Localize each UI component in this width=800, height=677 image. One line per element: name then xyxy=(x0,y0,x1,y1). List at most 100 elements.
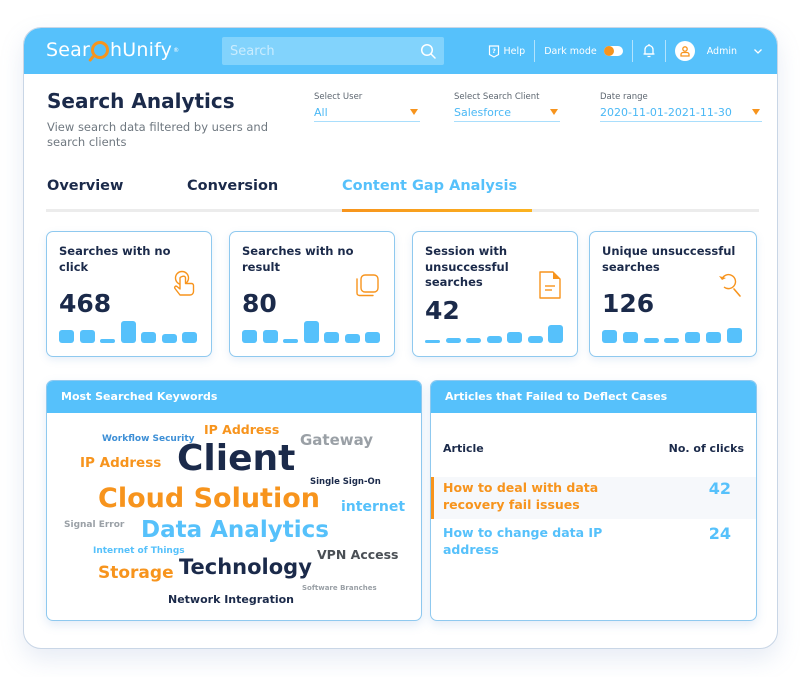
trend-bar xyxy=(59,330,74,343)
select-user-dropdown[interactable]: All xyxy=(314,106,420,122)
trend-bar xyxy=(643,338,659,343)
top-bar: Sear hUnify ® ? Help Dark mode xyxy=(24,28,777,74)
trend-bar xyxy=(100,339,115,343)
dark-mode-control: Dark mode xyxy=(544,46,623,57)
keyword[interactable]: Client xyxy=(177,438,295,479)
trend-bar xyxy=(527,336,543,343)
chevron-down-icon xyxy=(754,48,762,54)
card-title: Searches with no click xyxy=(59,244,171,274)
caret-down-icon xyxy=(410,109,418,115)
keyword[interactable]: Signal Error xyxy=(64,520,124,530)
keyword[interactable]: Technology xyxy=(179,555,312,579)
logo-magnifier-icon xyxy=(91,41,110,59)
trend-bar xyxy=(283,339,298,343)
keyword-cloud: Workflow Security IP Address Gateway IP … xyxy=(47,413,421,620)
stat-card-unsuccessful-sessions[interactable]: Session with unsuccessful searches 42 xyxy=(412,231,578,357)
trend-bar xyxy=(486,336,502,343)
articles-failed-to-deflect-panel: Articles that Failed to Deflect Cases Ar… xyxy=(430,380,757,621)
trend-bar xyxy=(344,334,360,343)
logo-text: Sear xyxy=(46,39,91,61)
article-row[interactable]: How to deal with data recovery fail issu… xyxy=(431,477,756,519)
article-title[interactable]: How to change data IP address xyxy=(443,524,643,558)
trend-bar xyxy=(726,328,742,343)
keyword[interactable]: Storage xyxy=(98,563,174,583)
trend-bars xyxy=(602,321,742,343)
bell-icon[interactable] xyxy=(642,43,656,59)
trend-bars xyxy=(242,321,380,343)
filter-date-range: Date range 2020-11-01-2021-11-30 xyxy=(600,92,762,122)
tab-conversion[interactable]: Conversion xyxy=(187,178,278,194)
trend-bar xyxy=(242,330,257,343)
trend-bar xyxy=(622,332,638,343)
keyword[interactable]: Single Sign-On xyxy=(310,477,381,487)
logo[interactable]: Sear hUnify ® xyxy=(46,39,179,61)
column-header-article: Article xyxy=(443,442,484,455)
keyword[interactable]: IP Address xyxy=(204,422,279,437)
trend-bar xyxy=(365,332,380,343)
user-menu[interactable]: Admin xyxy=(674,41,763,61)
date-range-dropdown[interactable]: 2020-11-01-2021-11-30 xyxy=(600,106,762,122)
keyword[interactable]: Cloud Solution xyxy=(98,483,320,514)
filter-user: Select User All xyxy=(314,92,420,122)
tab-bar: Overview Conversion Content Gap Analysis xyxy=(46,176,759,212)
trend-bar xyxy=(602,330,617,343)
trend-bars xyxy=(59,321,197,343)
keyword[interactable]: Gateway xyxy=(300,431,373,449)
app-window: Sear hUnify ® ? Help Dark mode xyxy=(23,27,778,649)
card-value: 468 xyxy=(59,289,112,318)
keyword[interactable]: Data Analytics xyxy=(141,517,329,543)
logo-text: hUnify xyxy=(110,39,173,61)
article-clicks: 42 xyxy=(708,479,731,498)
tab-content-gap-analysis[interactable]: Content Gap Analysis xyxy=(342,178,517,194)
divider xyxy=(631,40,633,62)
caret-down-icon xyxy=(752,109,760,115)
column-header-clicks: No. of clicks xyxy=(668,442,744,455)
help-icon: ? xyxy=(488,44,499,58)
stat-card-unique-unsuccessful[interactable]: Unique unsuccessful searches 126 xyxy=(589,231,757,357)
trend-bar xyxy=(324,332,339,343)
article-row[interactable]: How to change data IP address 24 xyxy=(431,522,756,564)
help-label: Help xyxy=(503,45,526,57)
keyword[interactable]: Internet of Things xyxy=(93,546,185,556)
help-button[interactable]: ? Help xyxy=(488,44,526,58)
top-right-controls: ? Help Dark mode Admin xyxy=(488,28,763,74)
trend-bar xyxy=(262,330,278,343)
card-value: 126 xyxy=(602,289,655,318)
toggle-knob xyxy=(603,46,614,56)
most-searched-keywords-panel: Most Searched Keywords Workflow Security… xyxy=(46,380,422,621)
trend-bar xyxy=(706,332,722,343)
page-title: Search Analytics xyxy=(47,89,235,113)
search-refresh-icon xyxy=(719,273,741,297)
trend-bar xyxy=(425,340,440,343)
keyword[interactable]: Network Integration xyxy=(168,593,294,606)
keyword[interactable]: Software Branches xyxy=(302,584,377,592)
stat-card-no-click[interactable]: Searches with no click 468 xyxy=(46,231,212,357)
keyword[interactable]: VPN Access xyxy=(317,547,399,562)
keyword[interactable]: internet xyxy=(341,499,405,515)
article-title[interactable]: How to deal with data recovery fail issu… xyxy=(443,479,643,513)
search-icon[interactable] xyxy=(420,43,436,59)
dark-mode-toggle[interactable] xyxy=(603,46,623,56)
tab-overview[interactable]: Overview xyxy=(47,178,123,194)
keyword[interactable]: IP Address xyxy=(80,455,161,471)
panel-title: Most Searched Keywords xyxy=(47,381,421,413)
trend-bar xyxy=(303,321,319,343)
trend-bar xyxy=(507,332,522,343)
card-title: Session with unsuccessful searches xyxy=(425,244,509,289)
search-input[interactable] xyxy=(230,41,410,61)
filter-label: Date range xyxy=(600,92,648,102)
divider xyxy=(664,40,666,62)
trend-bar xyxy=(120,321,136,343)
dark-mode-label: Dark mode xyxy=(544,45,597,57)
select-search-client-dropdown[interactable]: Salesforce xyxy=(454,106,560,122)
user-name: Admin xyxy=(706,45,737,57)
svg-text:?: ? xyxy=(492,47,496,55)
user-avatar-icon xyxy=(674,41,695,61)
trend-bars xyxy=(425,321,563,343)
filter-value: Salesforce xyxy=(454,106,511,119)
active-tab-indicator xyxy=(342,209,532,212)
filter-search-client: Select Search Client Salesforce xyxy=(454,92,560,122)
trend-bar xyxy=(161,334,177,343)
stat-card-no-result[interactable]: Searches with no result 80 xyxy=(229,231,395,357)
filter-value: 2020-11-01-2021-11-30 xyxy=(600,106,732,119)
